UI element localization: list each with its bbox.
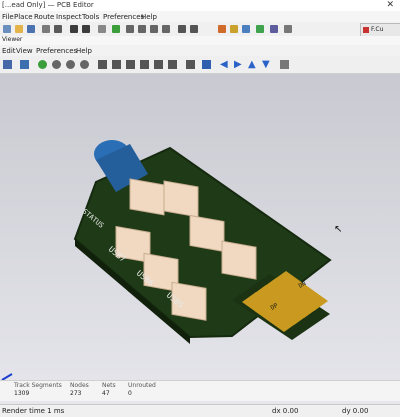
connector — [221, 240, 257, 280]
viewer-menu-help[interactable]: Help — [76, 47, 92, 55]
viewer-status-bar: Render time 1 ms dx 0.00 dy 0.00 — [0, 404, 400, 417]
3d-box-icon[interactable] — [280, 60, 289, 69]
menu-tools[interactable]: Tools — [82, 13, 99, 21]
connector — [129, 178, 165, 216]
plot-icon[interactable] — [54, 25, 62, 33]
dx-readout: dx 0.00 — [272, 407, 299, 415]
menu-inspect[interactable]: Inspect — [56, 13, 82, 21]
zoom-out-icon[interactable] — [138, 25, 146, 33]
stat-label-nodes: Nodes — [70, 382, 89, 389]
scripting-icon[interactable] — [284, 25, 292, 33]
new-board-icon[interactable] — [3, 25, 11, 33]
render-time: Render time 1 ms — [2, 407, 65, 415]
layer-selector[interactable]: F.Cu — [360, 23, 400, 37]
stat-value-unrouted: 0 — [128, 390, 132, 397]
netlist-icon[interactable] — [242, 25, 250, 33]
menu-place[interactable]: Place — [14, 13, 33, 21]
save-icon[interactable] — [27, 25, 35, 33]
rotate-z-icon[interactable] — [154, 60, 163, 69]
stat-label-unrouted: Unrouted — [128, 382, 156, 389]
zoom-fit-icon[interactable] — [150, 25, 158, 33]
3d-render-canvas[interactable]: STATUS USB7 USB6 USB5 DN DP ↖ — [0, 74, 400, 404]
rotate-y-ccw-icon[interactable] — [140, 60, 149, 69]
render-mode-icon[interactable] — [3, 60, 12, 69]
refresh-icon[interactable] — [112, 25, 120, 33]
undo-icon[interactable] — [70, 25, 78, 33]
stat-label-track-segments: Track Segments — [14, 382, 62, 389]
pcb-editor-menu-bar: File Place Route Inspect Tools Preferenc… — [0, 11, 400, 22]
viewer-title: Viewer — [2, 36, 23, 43]
mouse-cursor-icon: ↖ — [334, 224, 342, 235]
viewer-menu-edit[interactable]: Edit — [2, 47, 16, 55]
flip-icon[interactable] — [190, 25, 198, 33]
reload-icon[interactable] — [38, 60, 47, 69]
connector — [189, 214, 225, 253]
viewer-menu-preferences[interactable]: Preferences — [36, 47, 77, 55]
layer-color-swatch — [363, 26, 369, 33]
3d-viewer-icon[interactable] — [270, 25, 278, 33]
3d-viewer-window: Viewer Edit View Preferences Help ◀ ▶ ▲ … — [0, 36, 400, 417]
menu-file[interactable]: File — [2, 13, 14, 21]
footprint-editor-icon[interactable] — [230, 25, 238, 33]
stat-value-nets: 47 — [102, 390, 110, 397]
viewer-title-bar: Viewer — [0, 36, 400, 45]
stat-value-nodes: 273 — [70, 390, 82, 397]
menu-preferences[interactable]: Preferences — [103, 13, 144, 21]
copy-image-icon[interactable] — [20, 60, 29, 69]
board-setup-icon[interactable] — [218, 25, 226, 33]
move-right-icon[interactable]: ▶ — [234, 60, 243, 70]
drc-icon[interactable] — [256, 25, 264, 33]
menu-route[interactable]: Route — [34, 13, 54, 21]
zoom-in-icon-viewer[interactable] — [52, 60, 61, 69]
menu-help[interactable]: Help — [141, 13, 157, 21]
flip-board-icon[interactable] — [186, 60, 195, 69]
stat-label-nets: Nets — [102, 382, 116, 389]
rotate-y-cw-icon[interactable] — [126, 60, 135, 69]
rotate-x-cw-icon[interactable] — [98, 60, 107, 69]
find-icon[interactable] — [98, 25, 106, 33]
print-icon[interactable] — [42, 25, 50, 33]
zoom-selection-icon[interactable] — [162, 25, 170, 33]
open-icon[interactable] — [15, 25, 23, 33]
zoom-fit-icon-viewer[interactable] — [80, 60, 89, 69]
move-down-icon[interactable]: ▼ — [262, 60, 271, 70]
pcb-3d-model: STATUS USB7 USB6 USB5 DN DP ↖ — [1, 140, 342, 392]
dy-readout: dy 0.00 — [342, 407, 369, 415]
viewer-menu-bar: Edit View Preferences Help — [0, 45, 400, 56]
rotate-x-ccw-icon[interactable] — [112, 60, 121, 69]
close-icon[interactable]: ✕ — [386, 0, 394, 10]
pcb-editor-title: [...ead Only] — PCB Editor — [2, 1, 94, 9]
ortho-icon[interactable] — [202, 60, 211, 69]
layer-selector-label: F.Cu — [371, 26, 384, 33]
stat-value-track-segments: 1309 — [14, 390, 30, 397]
rotate-z-ccw-icon[interactable] — [168, 60, 177, 69]
rotate-icon[interactable] — [178, 25, 186, 33]
connector — [163, 180, 199, 218]
viewer-toolbar: ◀ ▶ ▲ ▼ — [0, 56, 400, 74]
viewer-menu-view[interactable]: View — [16, 47, 33, 55]
zoom-out-icon-viewer[interactable] — [66, 60, 75, 69]
zoom-in-icon[interactable] — [126, 25, 134, 33]
pcb-editor-toolbar: F.Cu — [0, 22, 400, 37]
board-statistics-panel: Track Segments Nodes Nets Unrouted 1309 … — [0, 380, 400, 401]
move-up-icon[interactable]: ▲ — [248, 60, 257, 70]
redo-icon[interactable] — [82, 25, 90, 33]
move-left-icon[interactable]: ◀ — [220, 60, 229, 70]
